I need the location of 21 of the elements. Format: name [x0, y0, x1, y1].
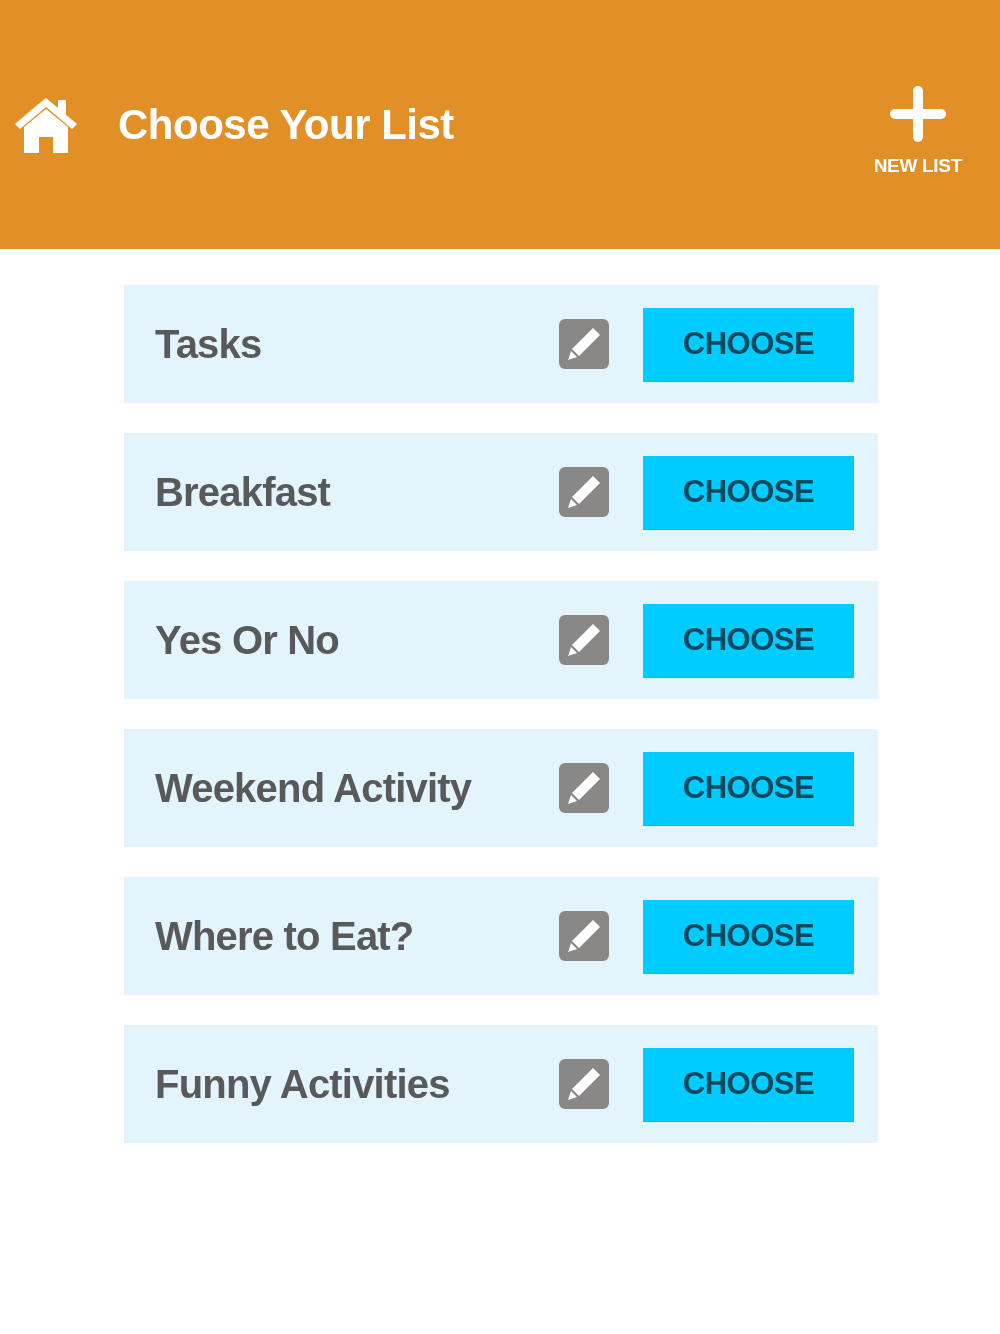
list-name: Breakfast	[155, 472, 332, 512]
list-name: Weekend Activity	[155, 768, 473, 808]
page-title: Choose Your List	[118, 104, 454, 146]
edit-pencil-icon[interactable]	[559, 467, 609, 517]
list-name: Where to Eat?	[155, 916, 415, 956]
choose-button[interactable]: CHOOSE	[643, 455, 854, 529]
plus-icon	[889, 86, 946, 142]
choose-button[interactable]: CHOOSE	[643, 899, 854, 973]
edit-pencil-icon[interactable]	[559, 911, 609, 961]
list-name: Yes Or No	[155, 620, 340, 660]
choose-button[interactable]: CHOOSE	[643, 307, 854, 381]
edit-pencil-icon[interactable]	[559, 763, 609, 813]
list-name: Tasks	[155, 324, 263, 364]
edit-pencil-icon[interactable]	[559, 319, 609, 369]
edit-pencil-icon[interactable]	[559, 1059, 609, 1109]
choose-button[interactable]: CHOOSE	[643, 751, 854, 825]
home-icon[interactable]	[14, 97, 78, 153]
edit-pencil-icon[interactable]	[559, 615, 609, 665]
choose-button[interactable]: CHOOSE	[643, 1047, 854, 1121]
choose-button[interactable]: CHOOSE	[643, 603, 854, 677]
list-name: Funny Activities	[155, 1064, 451, 1104]
